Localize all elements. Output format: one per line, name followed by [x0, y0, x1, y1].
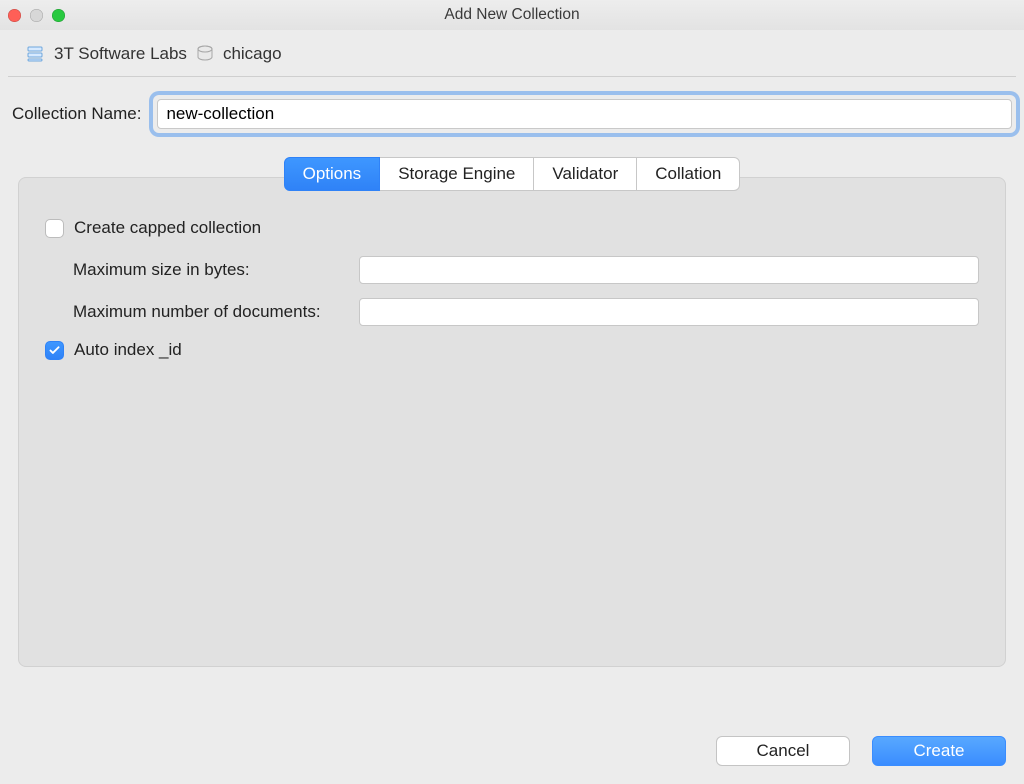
breadcrumb-connection: 3T Software Labs: [54, 44, 187, 64]
auto-index-row: Auto index _id: [45, 340, 979, 360]
breadcrumb-database: chicago: [223, 44, 282, 64]
tab-storage-engine[interactable]: Storage Engine: [380, 157, 534, 191]
create-capped-checkbox[interactable]: [45, 219, 64, 238]
tab-options[interactable]: Options: [284, 157, 381, 191]
database-icon: [195, 44, 215, 64]
create-button[interactable]: Create: [872, 736, 1006, 766]
max-size-row: Maximum size in bytes:: [73, 256, 979, 284]
collection-name-input[interactable]: [157, 99, 1012, 129]
cancel-button[interactable]: Cancel: [716, 736, 850, 766]
auto-index-label: Auto index _id: [74, 340, 182, 360]
max-size-input[interactable]: [359, 256, 979, 284]
create-capped-label: Create capped collection: [74, 218, 261, 238]
minimize-window-icon: [30, 9, 43, 22]
window-controls: [8, 9, 65, 22]
tab-collation[interactable]: Collation: [637, 157, 740, 191]
tab-validator[interactable]: Validator: [534, 157, 637, 191]
create-capped-row: Create capped collection: [45, 218, 979, 238]
zoom-window-icon[interactable]: [52, 9, 65, 22]
max-size-label: Maximum size in bytes:: [73, 260, 359, 280]
tab-bar: Options Storage Engine Validator Collati…: [18, 157, 1006, 191]
collection-name-row: Collection Name:: [0, 77, 1024, 137]
max-docs-label: Maximum number of documents:: [73, 302, 359, 322]
connection-icon: [26, 44, 46, 64]
auto-index-checkbox[interactable]: [45, 341, 64, 360]
breadcrumb: 3T Software Labs chicago: [8, 30, 1016, 77]
window-title: Add New Collection: [0, 6, 1024, 24]
max-docs-row: Maximum number of documents:: [73, 298, 979, 326]
options-panel: Create capped collection Maximum size in…: [18, 177, 1006, 667]
close-window-icon[interactable]: [8, 9, 21, 22]
collection-name-focus-ring: [153, 95, 1016, 133]
collection-name-label: Collection Name:: [12, 104, 141, 124]
titlebar: Add New Collection: [0, 0, 1024, 30]
dialog-footer: Cancel Create: [716, 736, 1006, 766]
max-docs-input[interactable]: [359, 298, 979, 326]
